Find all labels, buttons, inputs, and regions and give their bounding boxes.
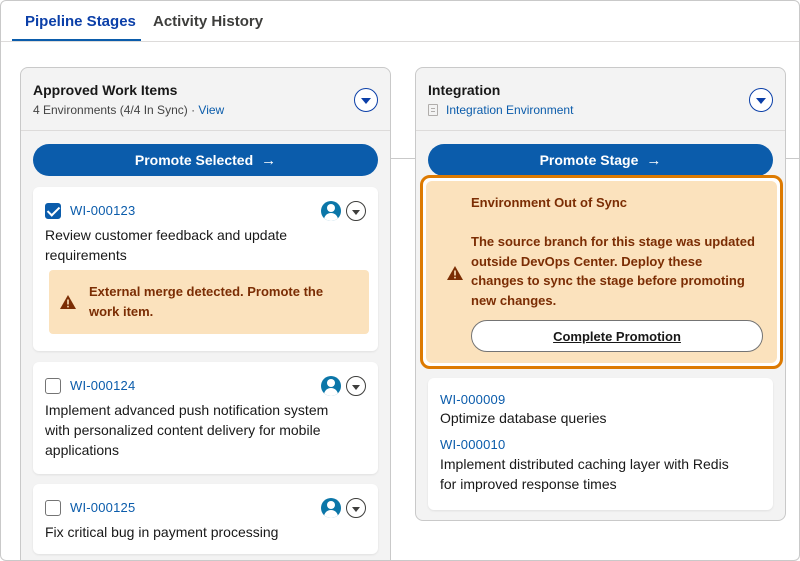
stage-connector-right	[786, 158, 799, 159]
arrow-right-icon: →	[261, 151, 277, 169]
environment-link[interactable]: Integration Environment	[446, 103, 573, 117]
out-of-sync-highlight: Environment Out of Sync The source branc…	[420, 175, 783, 369]
warning-line: work item.	[89, 303, 154, 319]
work-item-checkbox[interactable]	[45, 378, 61, 394]
description-line: Implement distributed caching layer with…	[440, 456, 729, 472]
tab-activity-history[interactable]: Activity History	[153, 13, 263, 30]
tab-pipeline-stages[interactable]: Pipeline Stages	[25, 13, 136, 30]
chevron-down-icon	[361, 98, 371, 104]
view-link[interactable]: View	[198, 103, 224, 117]
chevron-down-icon	[352, 384, 360, 390]
description-line: Fix critical bug in payment processing	[45, 524, 279, 540]
description-line: for improved response times	[440, 476, 617, 492]
alert-title: Environment Out of Sync	[471, 195, 628, 210]
panel-title: Approved Work Items	[33, 82, 178, 98]
tab-bar: Pipeline Stages Activity History	[1, 1, 799, 42]
chevron-down-icon	[352, 209, 360, 215]
alert-line: The source branch for this stage was upd…	[471, 234, 755, 249]
work-item-description: Review customer feedback and update requ…	[45, 225, 287, 265]
work-item-card: WI-000123 Review customer feedback and u…	[33, 187, 378, 351]
alert-line: new changes.	[471, 292, 557, 308]
app-frame: Pipeline Stages Activity History Approve…	[0, 0, 800, 561]
complete-promotion-button[interactable]: Complete Promotion	[471, 320, 763, 352]
panel-header: Integration Integration Environment	[416, 68, 785, 131]
work-item-description: Implement distributed caching layer with…	[440, 454, 729, 494]
promote-selected-button[interactable]: Promote Selected →	[33, 144, 378, 176]
active-tab-indicator	[12, 39, 141, 41]
work-item-id-link[interactable]: WI-000124	[70, 378, 135, 393]
panel-subtitle: 4 Environments (4/4 In Sync) · View	[33, 103, 224, 117]
panel-header: Approved Work Items 4 Environments (4/4 …	[21, 68, 390, 131]
warning-triangle-icon	[447, 266, 463, 280]
card-menu-button[interactable]	[346, 376, 366, 396]
chevron-down-icon	[352, 506, 360, 512]
work-item-checkbox[interactable]	[45, 500, 61, 516]
description-line: Optimize database queries	[440, 410, 607, 426]
work-item-id-link[interactable]: WI-000125	[70, 500, 135, 515]
alert-line: outside DevOps Center. Deploy these	[471, 253, 703, 269]
description-line: requirements	[45, 247, 127, 263]
user-avatar-icon[interactable]	[321, 201, 341, 221]
approved-work-items-panel: Approved Work Items 4 Environments (4/4 …	[20, 67, 391, 560]
stage-connector	[391, 158, 415, 159]
work-item-card: WI-000125 Fix critical bug in payment pr…	[33, 484, 378, 554]
promote-stage-button[interactable]: Promote Stage →	[428, 144, 773, 176]
user-avatar-icon[interactable]	[321, 498, 341, 518]
warning-message: External merge detected. Promote the wor…	[89, 282, 323, 321]
warning-line: External merge detected. Promote the	[89, 284, 324, 299]
description-line: Review customer feedback and update	[45, 227, 288, 243]
out-of-sync-alert: Environment Out of Sync The source branc…	[426, 181, 777, 363]
panel-menu-button[interactable]	[749, 88, 773, 112]
user-avatar-icon[interactable]	[321, 376, 341, 396]
work-item-description: Optimize database queries	[440, 408, 607, 428]
warning-triangle-icon	[60, 295, 76, 309]
chevron-down-icon	[756, 98, 766, 104]
environments-status: 4 Environments (4/4 In Sync) ·	[33, 103, 199, 117]
environment-icon	[428, 104, 438, 116]
work-item-checkbox[interactable]	[45, 203, 61, 219]
card-menu-button[interactable]	[346, 201, 366, 221]
work-item-description: Fix critical bug in payment processing	[45, 522, 278, 542]
description-line: with personalized content delivery for m…	[45, 422, 321, 438]
work-item-id-link[interactable]: WI-000010	[440, 437, 505, 452]
panel-menu-button[interactable]	[354, 88, 378, 112]
arrow-right-icon: →	[646, 151, 662, 169]
integration-panel: Integration Integration Environment Prom…	[415, 67, 786, 521]
description-line: applications	[45, 442, 119, 458]
work-item-id-link[interactable]: WI-000123	[70, 203, 135, 218]
card-menu-button[interactable]	[346, 498, 366, 518]
work-item-description: Implement advanced push notification sys…	[45, 400, 328, 460]
alert-line: changes to sync the stage before promoti…	[471, 273, 745, 288]
stage-work-items-card: WI-000009 Optimize database queries WI-0…	[428, 378, 773, 510]
description-line: Implement advanced push notification sys…	[45, 402, 329, 418]
alert-body: The source branch for this stage was upd…	[471, 232, 755, 310]
promote-selected-label: Promote Selected	[134, 152, 254, 168]
panel-title: Integration	[428, 82, 501, 98]
promote-stage-label: Promote Stage	[539, 152, 639, 168]
merge-warning: External merge detected. Promote the wor…	[49, 270, 369, 334]
work-item-id-link[interactable]: WI-000009	[440, 392, 505, 407]
work-item-card: WI-000124 Implement advanced push notifi…	[33, 362, 378, 474]
